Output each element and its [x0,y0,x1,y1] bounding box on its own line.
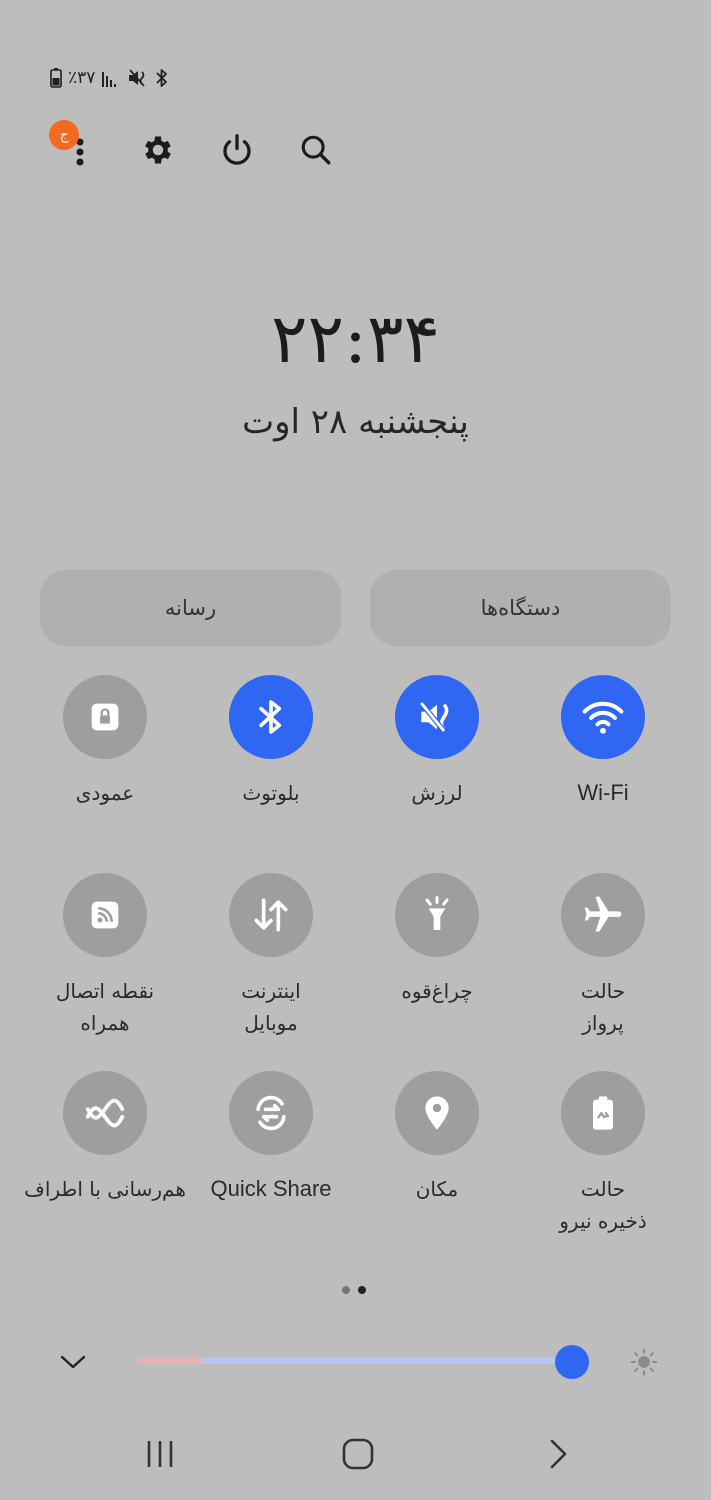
nav-home-button[interactable] [328,1424,388,1484]
tile-airplane-circle[interactable] [561,873,645,957]
power-icon [223,134,251,165]
tile-hotspot-label: نقطه اتصال همراه [55,979,155,1035]
tile-nearby-share-label: هم‌رسانی با اطراف [24,1177,186,1201]
home-icon [342,1438,374,1470]
tile-airplane-label: حالت پرواز [580,979,626,1035]
bluetooth-status-icon [156,69,168,87]
tile-vibrate-circle[interactable] [395,675,479,759]
brightness-settings-button[interactable] [620,1338,668,1386]
tile-location-label: مکان [415,1177,459,1201]
tile-power-saving-label: حالت ذخیره نیرو [559,1177,647,1233]
location-pin-icon [425,1096,449,1130]
tile-quick-share[interactable]: Quick Share [188,1071,354,1205]
tile-hotspot[interactable]: نقطه اتصال همراه [22,873,188,1039]
devices-button[interactable]: دستگاه‌ها [370,570,671,646]
chevron-right-icon [550,1439,567,1469]
status-bar: ٪۳۷ [50,66,169,90]
tile-vibrate-label: لرزش [411,781,463,805]
quick-share-icon [256,1095,286,1131]
clock-time: ۲۲:۳۴ [270,300,440,379]
page-dot-2[interactable] [358,1286,366,1294]
gear-icon [145,136,171,164]
tile-bluetooth-label: بلوتوث [242,781,300,805]
airplane-icon [584,896,622,932]
tile-mobile-data[interactable]: اینترنت موبایل [188,873,354,1039]
tile-portrait-circle[interactable] [63,675,147,759]
recents-icon [147,1441,173,1467]
tile-power-saving-circle[interactable] [561,1071,645,1155]
tile-flashlight-circle[interactable] [395,873,479,957]
nav-back-button[interactable] [528,1424,588,1484]
tile-location[interactable]: مکان [354,1071,520,1205]
tile-quick-share-label: Quick Share [210,1176,332,1201]
flashlight-icon [425,896,449,930]
vibrate-mute-icon [419,701,449,733]
rotation-lock-icon [91,703,119,731]
tile-airplane[interactable]: حالت پرواز [520,873,686,1039]
brightness-slider-low-segment [137,1358,203,1364]
tile-flashlight[interactable]: چراغ‌قوه [354,873,520,1007]
tile-bluetooth[interactable]: بلوتوث [188,675,354,809]
tile-wifi[interactable]: Wi-Fi [520,675,686,809]
battery-icon [50,68,62,88]
tile-power-saving[interactable]: حالت ذخیره نیرو [520,1071,686,1237]
data-transfer-icon [254,898,288,932]
tile-wifi-circle[interactable] [561,675,645,759]
tile-vibrate[interactable]: لرزش [354,675,520,809]
tile-nearby-share[interactable]: هم‌رسانی با اطراف [22,1071,188,1205]
clock-date: پنجشنبه ۲۸ اوت [242,402,469,442]
tile-portrait-label: عمودی [75,781,135,805]
wifi-icon [582,701,624,734]
tile-location-circle[interactable] [395,1071,479,1155]
media-button[interactable]: رسانه [40,570,341,646]
sun-icon [630,1348,658,1376]
settings-button[interactable] [134,126,182,174]
battery-saver-icon [593,1096,613,1130]
mute-vibrate-icon [129,69,146,87]
account-badge[interactable]: ج [49,120,79,150]
battery-percent: ٪۳۷ [68,68,96,88]
tile-flashlight-label: چراغ‌قوه [401,979,473,1003]
brightness-slider-track[interactable] [137,1358,577,1364]
tile-quick-share-circle[interactable] [229,1071,313,1155]
tile-mobile-data-label: اینترنت موبایل [241,979,301,1035]
tile-nearby-share-circle[interactable] [63,1071,147,1155]
bluetooth-icon [259,700,282,734]
search-icon [301,135,331,165]
chevron-down-icon [60,1355,86,1369]
hotspot-icon [91,901,119,929]
signal-icon [102,72,117,87]
page-dot-1[interactable] [342,1286,350,1294]
nearby-share-icon [85,1098,125,1128]
tile-hotspot-circle[interactable] [63,873,147,957]
page-indicator [342,1286,366,1294]
tile-wifi-label: Wi-Fi [577,780,629,805]
tile-portrait[interactable]: عمودی [22,675,188,809]
search-button[interactable] [292,126,340,174]
tile-mobile-data-circle[interactable] [229,873,313,957]
power-button[interactable] [213,126,261,174]
expand-button[interactable] [49,1338,97,1386]
nav-recents-button[interactable] [130,1424,190,1484]
brightness-slider-thumb[interactable] [555,1345,590,1379]
tile-bluetooth-circle[interactable] [229,675,313,759]
